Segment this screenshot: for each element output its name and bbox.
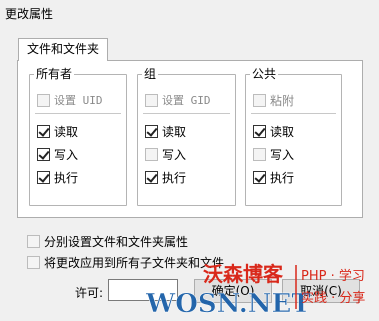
group-read-label: 读取 xyxy=(162,124,187,139)
owner-execute-checkbox[interactable]: 执行 xyxy=(37,169,78,185)
group-setgid-label: 设置 GID xyxy=(162,94,211,107)
group-execute-box[interactable] xyxy=(145,170,158,184)
public-group-title: 公共 xyxy=(250,67,279,81)
public-separator xyxy=(251,113,336,114)
public-read-label: 读取 xyxy=(270,124,295,139)
owner-read-box[interactable] xyxy=(37,124,50,138)
apply-recursive-box[interactable] xyxy=(27,255,40,269)
public-read-checkbox[interactable]: 读取 xyxy=(253,123,294,139)
apply-recursive-checkbox[interactable]: 将更改应用到所有子文件夹和文件 xyxy=(27,254,224,270)
owner-write-checkbox[interactable]: 写入 xyxy=(37,146,78,162)
owner-setuid-label: 设置 UID xyxy=(54,94,103,107)
owner-group: 所有者 设置 UID 读取 写入 执行 xyxy=(29,67,127,206)
public-execute-box[interactable] xyxy=(253,170,266,184)
owner-setuid-checkbox[interactable]: 设置 UID xyxy=(37,92,103,108)
group-execute-checkbox[interactable]: 执行 xyxy=(145,169,186,185)
public-write-label: 写入 xyxy=(270,147,295,162)
apply-recursive-label: 将更改应用到所有子文件夹和文件 xyxy=(44,255,225,270)
public-write-box[interactable] xyxy=(253,147,266,161)
group-write-checkbox[interactable]: 写入 xyxy=(145,146,186,162)
group-write-box[interactable] xyxy=(145,147,158,161)
cancel-button[interactable]: 取消(C) xyxy=(282,279,360,303)
tab-files-and-folders[interactable]: 文件和文件夹 xyxy=(18,38,108,61)
group-separator xyxy=(143,113,230,114)
tab-panel: 所有者 设置 UID 读取 写入 执行 组 设置 GID 读取 写入 执行 公共… xyxy=(17,60,363,218)
public-execute-label: 执行 xyxy=(270,170,295,185)
public-execute-checkbox[interactable]: 执行 xyxy=(253,169,294,185)
permissions-label: 许可: xyxy=(75,286,104,300)
group-group-title: 组 xyxy=(142,67,159,81)
ok-button[interactable]: 确定(O) xyxy=(194,279,272,303)
separate-attrs-checkbox[interactable]: 分别设置文件和文件夹属性 xyxy=(27,233,188,249)
owner-write-box[interactable] xyxy=(37,147,50,161)
public-write-checkbox[interactable]: 写入 xyxy=(253,146,294,162)
separate-attrs-label: 分别设置文件和文件夹属性 xyxy=(44,234,189,249)
group-group: 组 设置 GID 读取 写入 执行 xyxy=(137,67,236,206)
owner-read-checkbox[interactable]: 读取 xyxy=(37,123,78,139)
group-write-label: 写入 xyxy=(162,147,187,162)
public-read-box[interactable] xyxy=(253,124,266,138)
owner-group-title: 所有者 xyxy=(34,67,75,81)
owner-read-label: 读取 xyxy=(54,124,79,139)
dialog-title: 更改属性 xyxy=(5,7,54,21)
group-read-box[interactable] xyxy=(145,124,158,138)
public-sticky-checkbox[interactable]: 粘附 xyxy=(253,92,294,108)
separate-attrs-box[interactable] xyxy=(27,234,40,248)
permissions-input[interactable] xyxy=(108,279,178,301)
group-execute-label: 执行 xyxy=(162,170,187,185)
owner-setuid-box[interactable] xyxy=(37,93,50,107)
public-sticky-box[interactable] xyxy=(253,93,266,107)
group-setgid-checkbox[interactable]: 设置 GID xyxy=(145,92,211,108)
group-read-checkbox[interactable]: 读取 xyxy=(145,123,186,139)
group-setgid-box[interactable] xyxy=(145,93,158,107)
public-group: 公共 粘附 读取 写入 执行 xyxy=(245,67,342,206)
owner-separator xyxy=(35,113,121,114)
owner-execute-label: 执行 xyxy=(54,170,79,185)
owner-execute-box[interactable] xyxy=(37,170,50,184)
public-sticky-label: 粘附 xyxy=(270,93,295,108)
owner-write-label: 写入 xyxy=(54,147,79,162)
